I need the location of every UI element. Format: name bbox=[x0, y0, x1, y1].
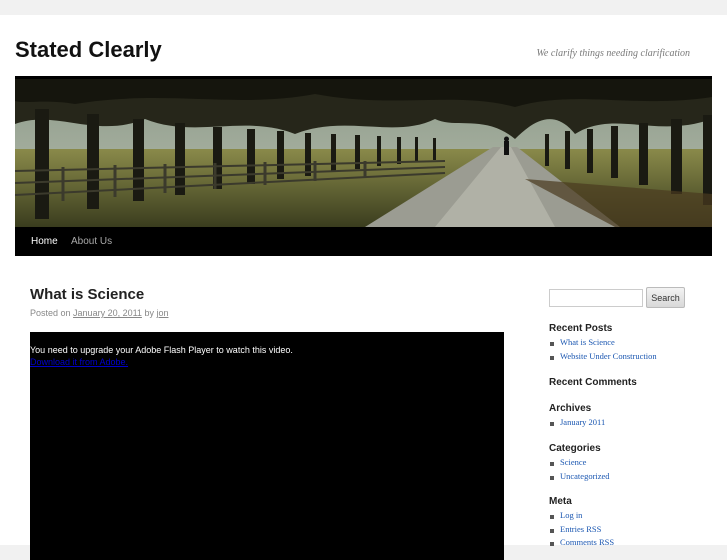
header-banner-image bbox=[15, 79, 712, 227]
search-input[interactable] bbox=[549, 289, 643, 307]
login-link[interactable]: Log in bbox=[560, 510, 582, 520]
archives-list: January 2011 bbox=[549, 417, 605, 431]
site-description: We clarify things needing clarification bbox=[536, 48, 691, 59]
site-title[interactable]: Stated Clearly bbox=[15, 37, 162, 63]
video-player[interactable]: You need to upgrade your Adobe Flash Pla… bbox=[30, 332, 504, 560]
recent-post-link[interactable]: Website Under Construction bbox=[560, 351, 657, 361]
post-date-link[interactable]: January 20, 2011 bbox=[73, 308, 142, 318]
list-item: Science bbox=[549, 457, 610, 471]
search-button[interactable]: Search bbox=[646, 287, 685, 308]
list-item: Log in bbox=[549, 510, 614, 524]
nav-item-about-us[interactable]: About Us bbox=[71, 227, 112, 256]
meta-list: Log in Entries RSS Comments RSS bbox=[549, 510, 614, 551]
download-flash-link[interactable]: Download it from Adobe. bbox=[30, 357, 128, 367]
categories-title: Categories bbox=[549, 443, 601, 454]
recent-posts-title: Recent Posts bbox=[549, 323, 613, 334]
meta-prefix: Posted on bbox=[30, 308, 71, 318]
entries-rss-link[interactable]: Entries RSS bbox=[560, 524, 601, 534]
nav-item-home[interactable]: Home bbox=[31, 227, 58, 256]
category-link[interactable]: Uncategorized bbox=[560, 471, 610, 481]
list-item: Uncategorized bbox=[549, 471, 610, 485]
entry-meta: Posted on January 20, 2011 by jon bbox=[30, 308, 169, 318]
recent-post-link[interactable]: What is Science bbox=[560, 337, 615, 347]
meta-by: by bbox=[144, 308, 154, 318]
list-item: January 2011 bbox=[549, 417, 605, 431]
main-navigation: Home About Us bbox=[15, 227, 712, 256]
categories-list: Science Uncategorized bbox=[549, 457, 610, 484]
archive-link[interactable]: January 2011 bbox=[560, 417, 605, 427]
list-item: Comments RSS bbox=[549, 537, 614, 551]
list-item: Website Under Construction bbox=[549, 351, 657, 365]
recent-posts-list: What is Science Website Under Constructi… bbox=[549, 337, 657, 364]
archives-title: Archives bbox=[549, 403, 592, 414]
list-item: What is Science bbox=[549, 337, 657, 351]
page: Stated Clearly We clarify things needing… bbox=[0, 15, 727, 560]
category-link[interactable]: Science bbox=[560, 457, 586, 467]
post-author-link[interactable]: jon bbox=[156, 308, 168, 318]
flash-upgrade-message: You need to upgrade your Adobe Flash Pla… bbox=[30, 345, 293, 355]
list-item: Entries RSS bbox=[549, 524, 614, 538]
comments-rss-link[interactable]: Comments RSS bbox=[560, 537, 614, 547]
post-title[interactable]: What is Science bbox=[30, 286, 144, 303]
recent-comments-title: Recent Comments bbox=[549, 377, 637, 388]
meta-title: Meta bbox=[549, 496, 572, 507]
